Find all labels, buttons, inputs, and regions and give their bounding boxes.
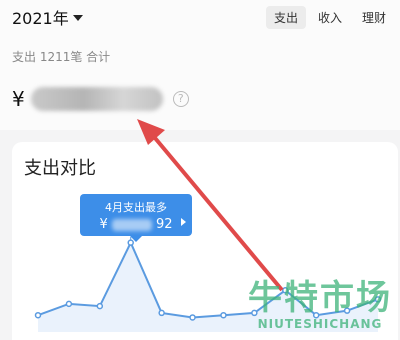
data-point[interactable] bbox=[34, 311, 42, 319]
type-tabs: 支出 收入 理财 bbox=[265, 6, 394, 29]
tooltip-value-suffix: 92 bbox=[156, 217, 173, 232]
watermark-en: NIUTESHICHANG bbox=[257, 317, 383, 331]
tooltip-title: 4月支出最多 bbox=[105, 201, 167, 214]
summary-text: 支出 1211笔 合计 bbox=[12, 50, 111, 64]
year-label: 2021年 bbox=[12, 9, 69, 28]
data-point[interactable] bbox=[158, 309, 165, 317]
data-point[interactable] bbox=[189, 314, 196, 321]
tab-income[interactable]: 收入 bbox=[310, 6, 350, 29]
data-point[interactable] bbox=[65, 300, 73, 308]
chevron-down-icon bbox=[72, 15, 83, 21]
data-point[interactable] bbox=[96, 302, 104, 310]
watermark: 牛特市场 NIUTESHICHANG bbox=[248, 270, 392, 331]
chart-tooltip[interactable]: 4月支出最多 ¥ 92 bbox=[80, 194, 192, 242]
year-selector[interactable]: 2021年 bbox=[12, 5, 83, 29]
tab-finance[interactable]: 理财 bbox=[354, 6, 394, 29]
tooltip-value: ¥ 92 bbox=[80, 217, 192, 232]
tooltip-currency: ¥ bbox=[99, 217, 108, 232]
data-point[interactable] bbox=[220, 311, 227, 319]
total-amount: ¥ ? bbox=[12, 84, 189, 114]
chevron-right-icon bbox=[181, 218, 186, 226]
blurred-amount bbox=[30, 87, 163, 111]
tooltip-value-mask bbox=[111, 218, 152, 231]
tab-expense[interactable]: 支出 bbox=[265, 6, 306, 29]
watermark-cn: 牛特市场 bbox=[248, 278, 392, 318]
summary-header: 2021年 支出 收入 理财 支出 1211笔 合计 ¥ ? bbox=[0, 0, 400, 130]
help-icon[interactable]: ? bbox=[172, 91, 189, 107]
currency-symbol: ¥ bbox=[12, 87, 25, 111]
